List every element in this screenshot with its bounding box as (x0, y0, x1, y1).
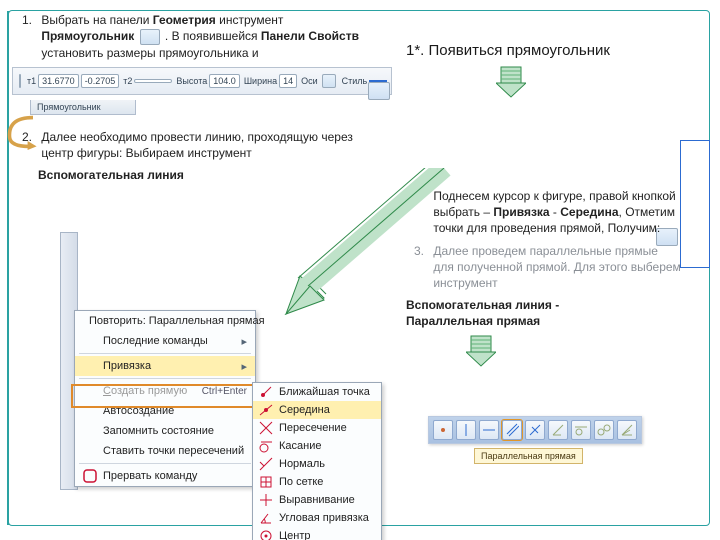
toolbar-tooltip: Параллельная прямая (474, 448, 583, 464)
left-column: 1. Выбрать на панели Геометрия инструмен… (12, 12, 374, 182)
middle-point-icon (259, 403, 273, 417)
tool-vertical-line[interactable] (456, 420, 476, 440)
arrow-diagonal-icon (272, 168, 452, 318)
menu-remember-state[interactable]: Запомнить состояние (75, 421, 255, 441)
width-field[interactable]: 14 (279, 74, 297, 88)
chevron-right-icon: ▸ (241, 335, 247, 348)
tool-parallel-line[interactable] (502, 420, 522, 440)
result-1-title: 1*. Появиться прямоугольник (406, 42, 706, 59)
menu-repeat[interactable]: Повторить: Параллельная прямая (75, 311, 255, 331)
nearest-point-icon (259, 385, 273, 399)
t1-y-field[interactable]: -0.2705 (81, 74, 120, 88)
tool-tangent-two[interactable] (594, 420, 614, 440)
tool-angular-line[interactable] (548, 420, 568, 440)
pin-icon (19, 74, 21, 88)
menu-autocreate[interactable]: Автосоздание (75, 401, 255, 421)
normal-icon (259, 457, 273, 471)
snap-nearest[interactable]: Ближайшая точка (253, 383, 381, 401)
snap-middle[interactable]: Середина (253, 401, 381, 419)
snap-submenu[interactable]: Ближайшая точка Середина Пересечение Кас… (252, 382, 382, 540)
axis-icon[interactable] (322, 74, 336, 88)
snap-normal[interactable]: Нормаль (253, 455, 381, 473)
snap-center[interactable]: Центр (253, 527, 381, 540)
align-icon (259, 493, 273, 507)
angular-icon (259, 511, 273, 525)
t1-x-field[interactable]: 31.6770 (38, 74, 79, 88)
snap-align[interactable]: Выравнивание (253, 491, 381, 509)
snap-grid[interactable]: По сетке (253, 473, 381, 491)
menu-intersection-points[interactable]: Ставить точки пересечений (75, 441, 255, 461)
step-1: 1. Выбрать на панели Геометрия инструмен… (12, 12, 374, 61)
step-1-number: 1. (12, 12, 32, 28)
arrow-down-icon (466, 334, 496, 368)
snap-angular[interactable]: Угловая привязка (253, 509, 381, 527)
center-icon (259, 529, 273, 540)
context-menu-area: Повторить: Параллельная прямая Последние… (74, 310, 354, 487)
tool-bisector[interactable] (617, 420, 637, 440)
step-1-body: Выбрать на панели Геометрия инструмент П… (41, 12, 361, 61)
arrow-down-icon (496, 65, 526, 99)
intersection-icon (259, 421, 273, 435)
snap-intersection[interactable]: Пересечение (253, 419, 381, 437)
step-2: 2. Далее необходимо провести линию, прох… (12, 129, 374, 161)
aux-line-toolbar (428, 416, 642, 444)
step-2-body: Далее необходимо провести линию, проходя… (41, 129, 361, 161)
t2-field[interactable] (134, 79, 172, 83)
menu-abort[interactable]: Прервать команду (75, 466, 255, 486)
menu-last-commands[interactable]: Последние команды▸ (75, 331, 255, 351)
menu-snap[interactable]: Привязка▸ (75, 356, 255, 376)
tool-tangent-outer[interactable] (571, 420, 591, 440)
menu-create-line: Создать прямуюCtrl+Enter (75, 381, 255, 401)
inline-tool-icon (368, 82, 390, 100)
property-panel-tab[interactable]: Прямоугольник (30, 100, 136, 115)
property-panel: т131.6770-0.2705 т2 Высота104.0 Ширина14… (12, 67, 392, 95)
tool-perpendicular-line[interactable] (525, 420, 545, 440)
tangent-icon (259, 439, 273, 453)
snap-tangent[interactable]: Касание (253, 437, 381, 455)
chevron-right-icon: ▸ (241, 360, 247, 373)
right-column: 1*. Появиться прямоугольник (406, 42, 706, 102)
curved-arrow-icon (6, 112, 42, 152)
stop-icon (83, 469, 97, 483)
tool-point[interactable] (433, 420, 453, 440)
context-menu[interactable]: Повторить: Параллельная прямая Последние… (74, 310, 256, 487)
grid-icon (259, 475, 273, 489)
rectangle-tool-icon (140, 29, 160, 45)
tool-horizontal-line[interactable] (479, 420, 499, 440)
height-field[interactable]: 104.0 (209, 74, 240, 88)
